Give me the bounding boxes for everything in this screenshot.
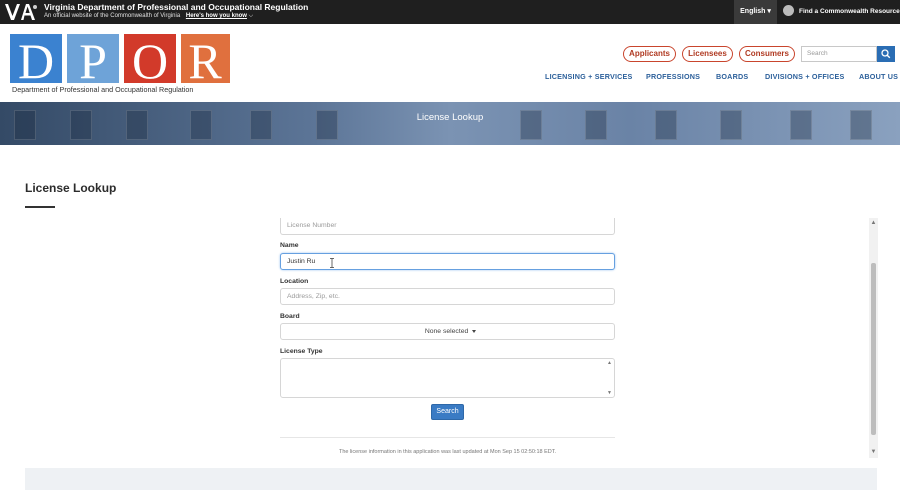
license-type-listbox[interactable]: ▲ ▼ [280, 358, 615, 398]
location-input[interactable]: Address, Zip, etc. [280, 288, 615, 305]
search-icon [881, 49, 891, 59]
license-number-input[interactable]: License Number [280, 218, 615, 235]
resource-link-label: Find a Commonwealth Resource [799, 8, 900, 15]
search-button[interactable]: Search [431, 404, 464, 420]
page-root: Virginia Department of Professional and … [0, 0, 900, 504]
page-title: License Lookup [25, 181, 117, 195]
page-banner: License Lookup [0, 102, 900, 145]
site-search-input[interactable]: Search [801, 46, 877, 62]
last-updated-note: The license information in this applicat… [338, 449, 557, 455]
license-type-label: License Type [280, 348, 323, 355]
caret-down-icon: ▾ [767, 8, 771, 15]
title-underline [25, 206, 55, 208]
language-label: English [740, 8, 766, 15]
commonwealth-resource-link[interactable]: Find a Commonwealth Resource [783, 0, 900, 24]
nav-professions[interactable]: PROFESSIONS [646, 72, 700, 81]
logo-letter-p: P [79, 34, 107, 89]
official-website-text: An official website of the Commonwealth … [44, 13, 181, 19]
nav-licensing-services[interactable]: LICENSING + SERVICES [545, 72, 633, 81]
applicants-button[interactable]: Applicants [623, 46, 676, 62]
caret-down-icon [472, 329, 477, 333]
language-selector[interactable]: English ▾ [734, 0, 777, 24]
board-selected-value: None selected [424, 328, 469, 335]
location-label: Location [280, 278, 309, 285]
globe-icon [783, 4, 794, 16]
nav-boards[interactable]: BOARDS [716, 72, 748, 81]
banner-title: License Lookup [416, 112, 484, 123]
official-website-notice: An official website of the Commonwealth … [44, 13, 253, 20]
agency-name: Virginia Department of Professional and … [44, 2, 309, 12]
scroll-up-icon[interactable]: ▲ [607, 360, 612, 366]
site-search-button[interactable] [877, 46, 895, 62]
nav-about-us[interactable]: ABOUT US [859, 72, 898, 81]
frame-scrollbar[interactable]: ▲ ▼ [869, 218, 878, 458]
scroll-down-icon[interactable]: ▼ [607, 390, 612, 396]
name-label: Name [280, 242, 299, 249]
chevron-down-icon: ⌵ [248, 13, 254, 19]
nav-divisions-offices[interactable]: DIVISIONS + OFFICES [765, 72, 844, 81]
logo-letter-r: R [188, 34, 222, 89]
official-site-bar: Virginia Department of Professional and … [0, 0, 900, 24]
divider [280, 437, 615, 438]
virginia-logo-icon[interactable] [4, 2, 38, 22]
text-cursor-icon [330, 258, 334, 268]
logo-letter-o: O [132, 34, 168, 89]
site-header: D P O R Department of Professional and O… [0, 24, 900, 102]
scroll-down-icon[interactable]: ▼ [869, 449, 878, 456]
scroll-up-icon[interactable]: ▲ [869, 220, 878, 227]
logo-letter-d: D [18, 34, 54, 89]
footer-band [25, 468, 877, 490]
consumers-button[interactable]: Consumers [739, 46, 795, 62]
logo-caption: Department of Professional and Occupatio… [12, 85, 194, 94]
board-label: Board [280, 313, 300, 320]
how-you-know-link[interactable]: Here's how you know [186, 13, 247, 19]
scrollbar-thumb[interactable] [871, 263, 876, 435]
board-select[interactable]: None selected [280, 323, 615, 340]
licensees-button[interactable]: Licensees [682, 46, 733, 62]
